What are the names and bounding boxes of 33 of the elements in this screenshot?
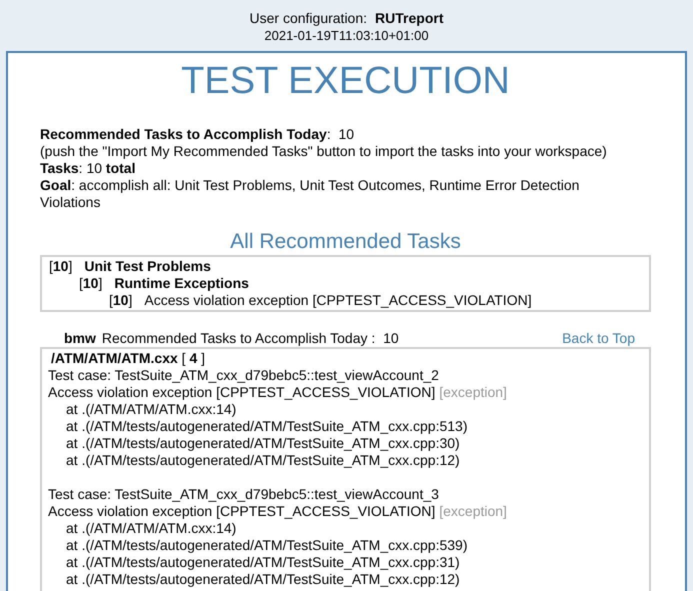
config-label: User configuration: xyxy=(250,10,368,27)
file-heading: /ATM/ATM/ATM.cxx [ 4 ] xyxy=(51,350,206,366)
page-title: TEST EXECUTION xyxy=(180,59,511,103)
violation-message: Access violation exception [CPPTEST_ACCESS_VIOLATION] xyxy=(48,503,436,520)
section-heading: All Recommended Tasks xyxy=(229,229,462,255)
violation-message: Access violation exception [CPPTEST_ACCESS_VIOLATION] xyxy=(48,384,436,401)
stack-frame: at .(/ATM/tests/autogenerated/ATM/TestSuite_ATM_cxx.cpp:12) xyxy=(48,452,643,469)
import-note: (push the "Import My Recommended Tasks" button to import the tasks into your workspace) xyxy=(40,143,607,159)
stack-frame: at .(/ATM/ATM/ATM.cxx:14) xyxy=(48,401,643,418)
stack-frame: at .(/ATM/tests/autogenerated/ATM/TestSuite_ATM_cxx.cpp:31) xyxy=(48,554,643,571)
user-name: bmw xyxy=(64,330,96,347)
task-category: Unit Test Problems xyxy=(84,258,211,275)
task-category: Runtime Exceptions xyxy=(114,275,249,292)
user-summary: Recommended Tasks to Accomplish Today : 10 xyxy=(102,330,399,347)
task-count: [10] xyxy=(109,292,132,309)
goal-text: Goal: accomplish all: Unit Test Problems, Unit Test Outcomes, Runtime Error Detection Violations xyxy=(40,177,580,210)
test-case: Test case: TestSuite_ATM_cxx_d79bebc5::test_viewAccount_3 xyxy=(48,486,440,503)
config-value: RUTreport xyxy=(375,10,444,27)
stack-frame: at .(/ATM/tests/autogenerated/ATM/TestSuite_ATM_cxx.cpp:12) xyxy=(48,571,643,588)
task-count: [10] xyxy=(79,275,102,292)
category-tag: [exception] xyxy=(439,384,507,401)
stack-frame: at .(/ATM/tests/autogenerated/ATM/TestSuite_ATM_cxx.cpp:30) xyxy=(48,435,643,452)
timestamp: 2021-01-19T11:03:10+01:00 xyxy=(264,27,429,44)
stack-frame: at .(/ATM/tests/autogenerated/ATM/TestSuite_ATM_cxx.cpp:539) xyxy=(48,537,643,554)
stack-frame: at .(/ATM/tests/autogenerated/ATM/TestSuite_ATM_cxx.cpp:513) xyxy=(48,418,643,435)
tasks-total: Tasks: 10 total xyxy=(40,160,136,176)
summary-headline: Recommended Tasks to Accomplish Today: 10 xyxy=(40,126,354,142)
back-to-top-link[interactable]: Back to Top xyxy=(562,330,635,347)
task-category: Access violation exception [CPPTEST_ACCESS_VIOLATION] xyxy=(144,292,532,309)
category-tag: [exception] xyxy=(439,503,507,520)
test-case: Test case: TestSuite_ATM_cxx_d79bebc5::test_viewAccount_2 xyxy=(48,367,440,384)
task-count: [10] xyxy=(49,258,72,275)
stack-frame: at .(/ATM/ATM/ATM.cxx:14) xyxy=(48,520,643,537)
